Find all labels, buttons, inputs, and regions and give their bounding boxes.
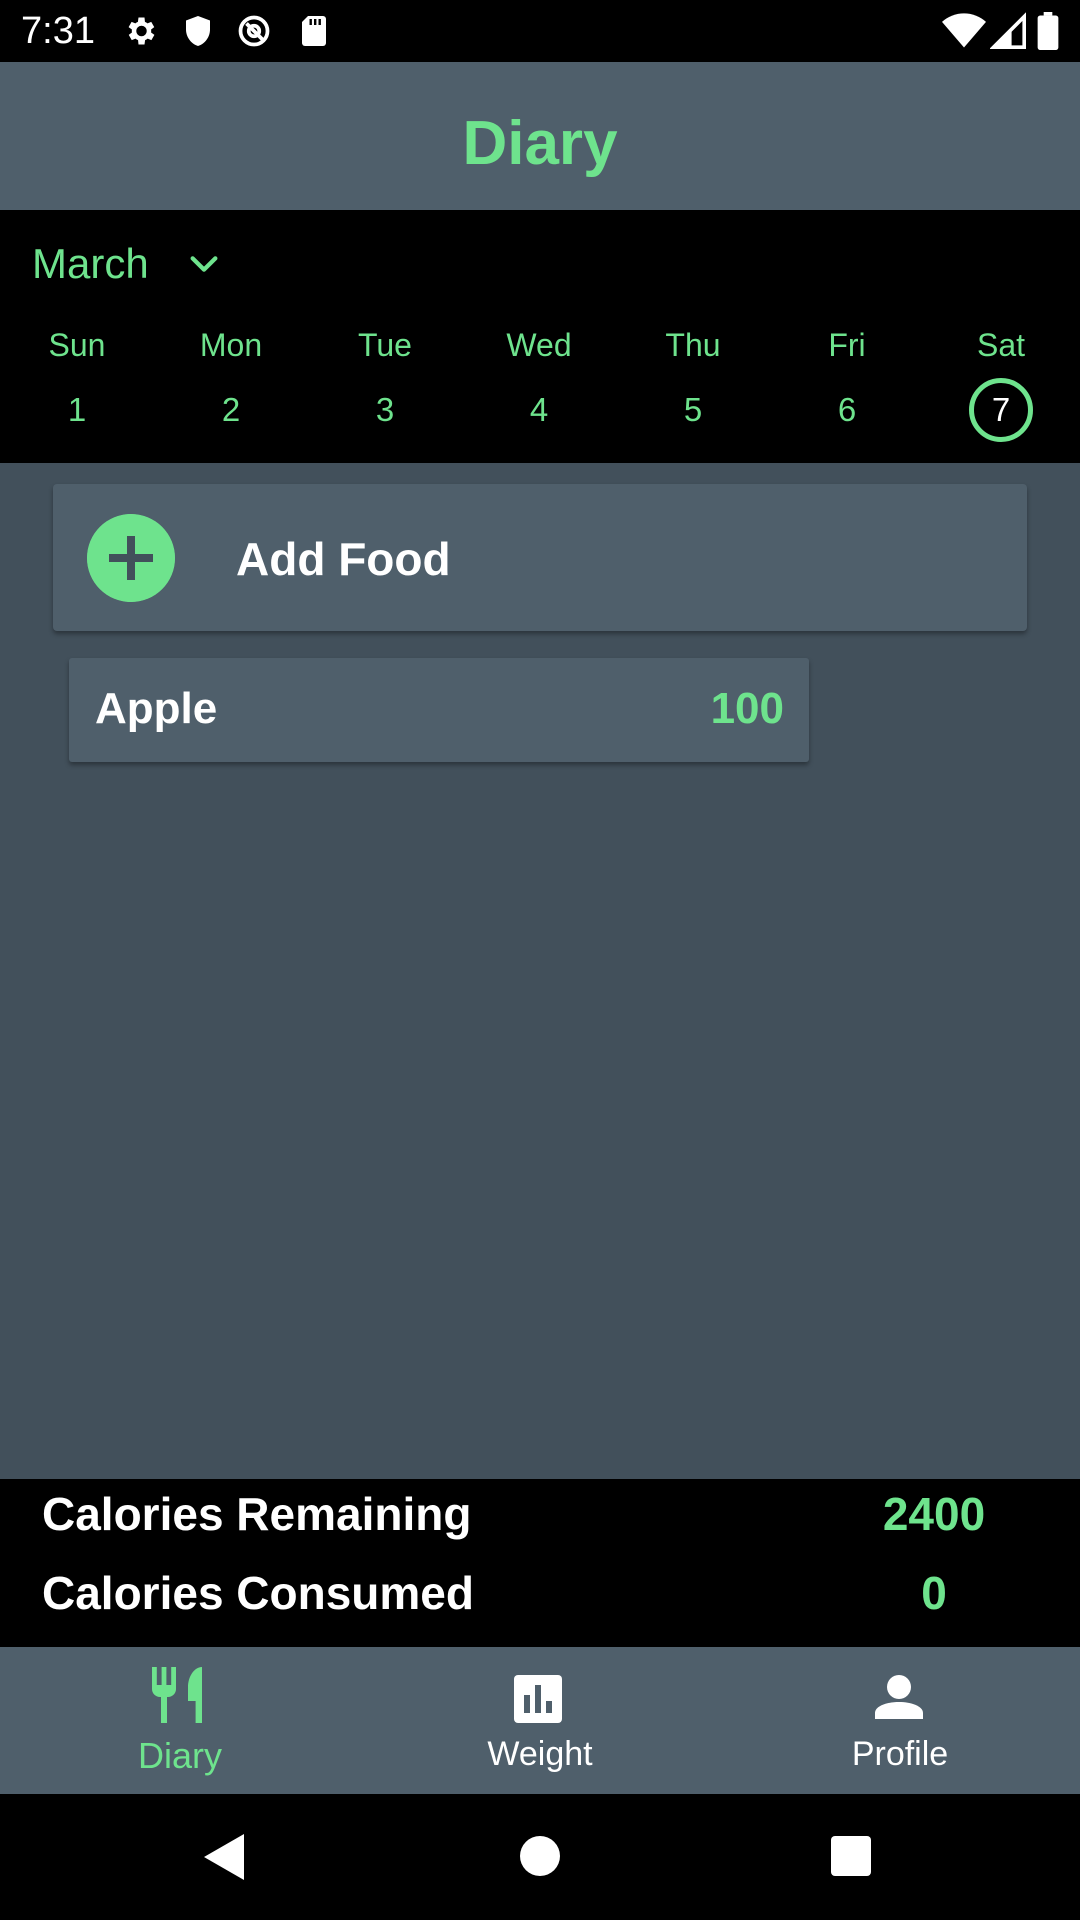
nav-label-diary: Diary	[137, 1735, 222, 1776]
calories-remaining-row: Calories Remaining 2400	[0, 1479, 1080, 1549]
day-name: Wed	[506, 327, 572, 363]
day-wed[interactable]: Wed 4	[462, 326, 616, 446]
day-mon[interactable]: Mon 2	[154, 326, 308, 446]
day-number: 3	[375, 391, 395, 428]
nav-item-diary[interactable]: Diary	[0, 1647, 360, 1794]
day-name: Thu	[665, 327, 721, 363]
status-time: 7:31	[21, 10, 95, 52]
shield-icon	[186, 16, 210, 46]
nav-item-profile[interactable]: Profile	[720, 1647, 1080, 1794]
week-calendar: March Sun 1 Mon 2 Tue 3 Wed 4 Thu 5 Fri …	[0, 210, 1080, 463]
day-name: Fri	[828, 327, 866, 363]
calories-consumed-row: Calories Consumed 0	[0, 1558, 1080, 1628]
chevron-down-icon	[190, 256, 218, 272]
calories-consumed-value: 0	[921, 1567, 947, 1619]
selected-day-number: 7	[969, 378, 1033, 442]
day-number: 5	[683, 391, 703, 428]
person-icon	[875, 1675, 923, 1719]
day-sun[interactable]: Sun 1	[0, 326, 154, 446]
day-sat[interactable]: Sat 7	[924, 326, 1078, 446]
system-navigation-bar	[0, 1794, 1080, 1920]
sd-card-icon	[302, 16, 326, 46]
day-number: 1	[67, 391, 87, 428]
day-tue[interactable]: Tue 3	[308, 326, 462, 446]
page-title: Diary	[462, 108, 618, 178]
nav-item-weight[interactable]: Weight	[360, 1647, 720, 1794]
calories-remaining-label: Calories Remaining	[42, 1488, 472, 1540]
day-thu[interactable]: Thu 5	[616, 326, 770, 446]
day-name: Sat	[976, 327, 1026, 363]
gear-icon	[128, 17, 155, 45]
food-calories: 100	[710, 684, 784, 733]
food-entry[interactable]: Apple 100	[69, 658, 809, 762]
day-number: 4	[529, 391, 549, 428]
at-sign-icon	[238, 15, 270, 47]
bottom-navigation: Diary Weight Profile	[0, 1647, 1080, 1794]
status-bar: 7:31	[0, 0, 1080, 62]
calories-consumed-label: Calories Consumed	[42, 1567, 474, 1619]
day-name: Tue	[358, 327, 412, 363]
month-label: March	[32, 240, 149, 287]
home-icon[interactable]	[520, 1836, 560, 1876]
nav-label-profile: Profile	[851, 1735, 949, 1773]
wifi-icon	[942, 13, 986, 48]
recents-icon[interactable]	[831, 1836, 871, 1876]
day-number: 2	[221, 391, 241, 428]
nav-label-weight: Weight	[487, 1735, 593, 1773]
bar-chart-icon	[514, 1675, 562, 1723]
add-food-button[interactable]: Add Food	[53, 484, 1027, 631]
month-selector[interactable]: March	[32, 240, 221, 288]
add-food-label: Add Food	[236, 533, 451, 585]
battery-icon	[1037, 12, 1059, 50]
app-header: Diary	[0, 62, 1080, 210]
day-fri[interactable]: Fri 6	[770, 326, 924, 446]
back-icon[interactable]	[204, 1834, 244, 1880]
fork-knife-icon	[152, 1667, 202, 1723]
food-name: Apple	[95, 684, 218, 733]
calories-remaining-value: 2400	[882, 1488, 986, 1540]
signal-icon	[990, 12, 1026, 49]
plus-icon	[87, 514, 175, 602]
calorie-summary: Calories Remaining 2400 Calories Consume…	[0, 1479, 1080, 1647]
day-name: Mon	[199, 327, 263, 363]
day-name: Sun	[48, 327, 106, 363]
day-number: 6	[837, 391, 857, 428]
